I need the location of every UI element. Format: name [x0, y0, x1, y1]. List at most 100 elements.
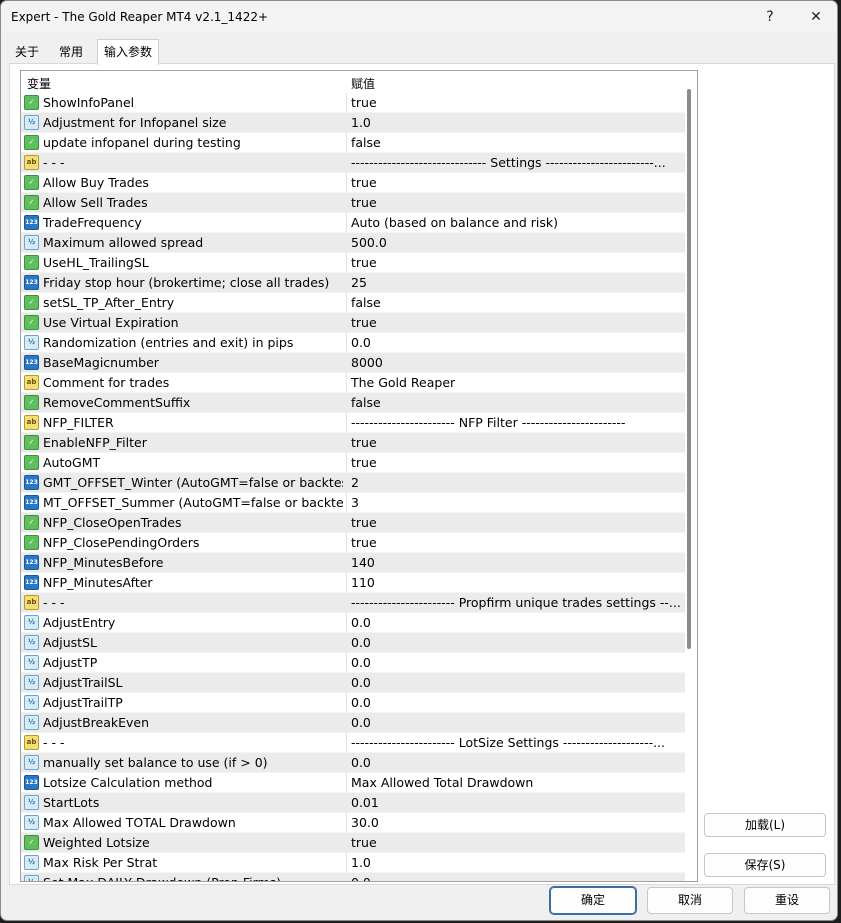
parameter-value[interactable]: ----------------------- LotSize Settings…	[351, 735, 681, 750]
parameter-value[interactable]: 0.0	[351, 875, 681, 881]
parameter-value[interactable]: 0.0	[351, 615, 681, 630]
parameter-value[interactable]: 30.0	[351, 815, 681, 830]
parameters-grid[interactable]: 变量 赋值 ✓ ShowInfoPanel true ½ Adjustment for …	[20, 70, 698, 882]
boolean-type-icon: ✓	[24, 455, 39, 470]
parameter-row[interactable]: ✓ Weighted Lotsize true	[21, 833, 685, 853]
reset-button[interactable]: 重设	[744, 887, 830, 914]
parameter-row[interactable]: ✓ setSL_TP_After_Entry false	[21, 293, 685, 313]
parameter-row[interactable]: ½ Maximum allowed spread 500.0	[21, 233, 685, 253]
parameter-row[interactable]: ½ Adjustment for Infopanel size 1.0	[21, 113, 685, 133]
parameter-row[interactable]: 123 Friday stop hour (brokertime; close a…	[21, 273, 685, 293]
parameter-value[interactable]: 3	[351, 495, 681, 510]
parameter-value[interactable]: 0.0	[351, 635, 681, 650]
vertical-scrollbar[interactable]	[687, 89, 691, 649]
parameter-value[interactable]: true	[351, 95, 681, 110]
parameter-row[interactable]: ✓ Allow Sell Trades true	[21, 193, 685, 213]
column-header-value[interactable]: 赋值	[351, 75, 375, 92]
parameter-row[interactable]: 123 NFP_MinutesBefore 140	[21, 553, 685, 573]
parameter-row[interactable]: ✓ RemoveCommentSuffix false	[21, 393, 685, 413]
load-button[interactable]: 加载(L)	[704, 813, 826, 837]
parameter-row[interactable]: ½ AdjustBreakEven 0.0	[21, 713, 685, 733]
parameter-row[interactable]: ✓ Use Virtual Expiration true	[21, 313, 685, 333]
parameter-row[interactable]: ½ Set Max DAILY Drawdown (Prop Firms) 0.0	[21, 873, 685, 881]
save-button[interactable]: 保存(S)	[704, 853, 826, 877]
parameter-value[interactable]: false	[351, 395, 681, 410]
parameter-row[interactable]: ½ AdjustTP 0.0	[21, 653, 685, 673]
parameter-row[interactable]: 123 Lotsize Calculation method Max Allowed…	[21, 773, 685, 793]
parameter-value[interactable]: 8000	[351, 355, 681, 370]
boolean-type-icon: ✓	[24, 515, 39, 530]
parameter-row[interactable]: ab - - - ------------------------------ Se…	[21, 153, 685, 173]
parameter-value[interactable]: 0.01	[351, 795, 681, 810]
parameter-value[interactable]: 1.0	[351, 115, 681, 130]
parameter-value[interactable]: true	[351, 835, 681, 850]
parameter-value[interactable]: true	[351, 535, 681, 550]
parameter-row[interactable]: 123 NFP_MinutesAfter 110	[21, 573, 685, 593]
tab-inputs[interactable]: 输入参数	[97, 39, 160, 65]
parameter-value[interactable]: 110	[351, 575, 681, 590]
parameter-name: NFP_CloseOpenTrades	[43, 515, 182, 530]
parameter-row[interactable]: 123 GMT_OFFSET_Winter (AutoGMT=false or b…	[21, 473, 685, 493]
parameter-value[interactable]: 500.0	[351, 235, 681, 250]
parameter-value[interactable]: true	[351, 255, 681, 270]
parameter-row[interactable]: ✓ NFP_ClosePendingOrders true	[21, 533, 685, 553]
parameter-value[interactable]: true	[351, 195, 681, 210]
parameter-row[interactable]: ½ StartLots 0.01	[21, 793, 685, 813]
parameter-row[interactable]: ✓ NFP_CloseOpenTrades true	[21, 513, 685, 533]
parameter-value[interactable]: 0.0	[351, 695, 681, 710]
close-button[interactable]: ✕	[793, 1, 837, 33]
parameter-row[interactable]: ½ AdjustSL 0.0	[21, 633, 685, 653]
parameter-row[interactable]: ab NFP_FILTER ----------------------- NFP …	[21, 413, 685, 433]
cancel-button[interactable]: 取消	[647, 887, 733, 914]
parameter-row[interactable]: ½ AdjustTrailSL 0.0	[21, 673, 685, 693]
parameter-value[interactable]: true	[351, 315, 681, 330]
parameter-row[interactable]: 123 BaseMagicnumber 8000	[21, 353, 685, 373]
parameter-row[interactable]: ½ Max Allowed TOTAL Drawdown 30.0	[21, 813, 685, 833]
tab-common[interactable]: 常用	[53, 42, 89, 63]
parameter-value[interactable]: 2	[351, 475, 681, 490]
parameter-value[interactable]: true	[351, 435, 681, 450]
parameter-value[interactable]: 0.0	[351, 335, 681, 350]
parameter-value[interactable]: ----------------------- NFP Filter -----…	[351, 415, 681, 430]
parameter-value[interactable]: true	[351, 175, 681, 190]
parameter-row[interactable]: ✓ Allow Buy Trades true	[21, 173, 685, 193]
parameter-row[interactable]: ½ manually set balance to use (if > 0) 0.0	[21, 753, 685, 773]
parameter-value[interactable]: false	[351, 135, 681, 150]
parameter-row[interactable]: ½ Max Risk Per Strat 1.0	[21, 853, 685, 873]
parameter-row[interactable]: 123 TradeFrequency Auto (based on balance …	[21, 213, 685, 233]
parameter-value[interactable]: 0.0	[351, 655, 681, 670]
parameter-value[interactable]: Auto (based on balance and risk)	[351, 215, 681, 230]
parameter-row[interactable]: ✓ AutoGMT true	[21, 453, 685, 473]
parameter-row[interactable]: ✓ UseHL_TrailingSL true	[21, 253, 685, 273]
parameter-value[interactable]: 1.0	[351, 855, 681, 870]
parameter-row[interactable]: ✓ ShowInfoPanel true	[21, 93, 685, 113]
parameter-value[interactable]: 0.0	[351, 675, 681, 690]
parameter-value[interactable]: 25	[351, 275, 681, 290]
parameter-row[interactable]: ✓ EnableNFP_Filter true	[21, 433, 685, 453]
parameter-row[interactable]: ab Comment for trades The Gold Reaper	[21, 373, 685, 393]
parameter-value[interactable]: 0.0	[351, 715, 681, 730]
tab-about[interactable]: 关于	[9, 42, 45, 63]
parameter-value[interactable]: 0.0	[351, 755, 681, 770]
parameter-row[interactable]: ½ AdjustEntry 0.0	[21, 613, 685, 633]
parameter-name: Max Risk Per Strat	[43, 855, 158, 870]
double-type-icon: ½	[24, 675, 39, 690]
column-header-variable[interactable]: 变量	[27, 75, 51, 92]
parameter-row[interactable]: ab - - - ----------------------- Propfirm …	[21, 593, 685, 613]
tab-strip: 关于 常用 输入参数	[9, 39, 829, 65]
parameter-value[interactable]: false	[351, 295, 681, 310]
help-button[interactable]: ?	[747, 1, 793, 33]
parameter-value[interactable]: ----------------------- Propfirm unique …	[351, 595, 681, 610]
parameter-value[interactable]: The Gold Reaper	[351, 375, 681, 390]
parameter-row[interactable]: ½ AdjustTrailTP 0.0	[21, 693, 685, 713]
parameter-value[interactable]: ------------------------------ Settings …	[351, 155, 681, 170]
parameter-value[interactable]: 140	[351, 555, 681, 570]
parameter-row[interactable]: ½ Randomization (entries and exit) in pip…	[21, 333, 685, 353]
parameter-value[interactable]: true	[351, 515, 681, 530]
parameter-row[interactable]: ab - - - ----------------------- LotSize S…	[21, 733, 685, 753]
parameter-value[interactable]: true	[351, 455, 681, 470]
ok-button[interactable]: 确定	[549, 886, 637, 915]
parameter-value[interactable]: Max Allowed Total Drawdown	[351, 775, 681, 790]
parameter-row[interactable]: 123 MT_OFFSET_Summer (AutoGMT=false or ba…	[21, 493, 685, 513]
parameter-row[interactable]: ✓ update infopanel during testing false	[21, 133, 685, 153]
